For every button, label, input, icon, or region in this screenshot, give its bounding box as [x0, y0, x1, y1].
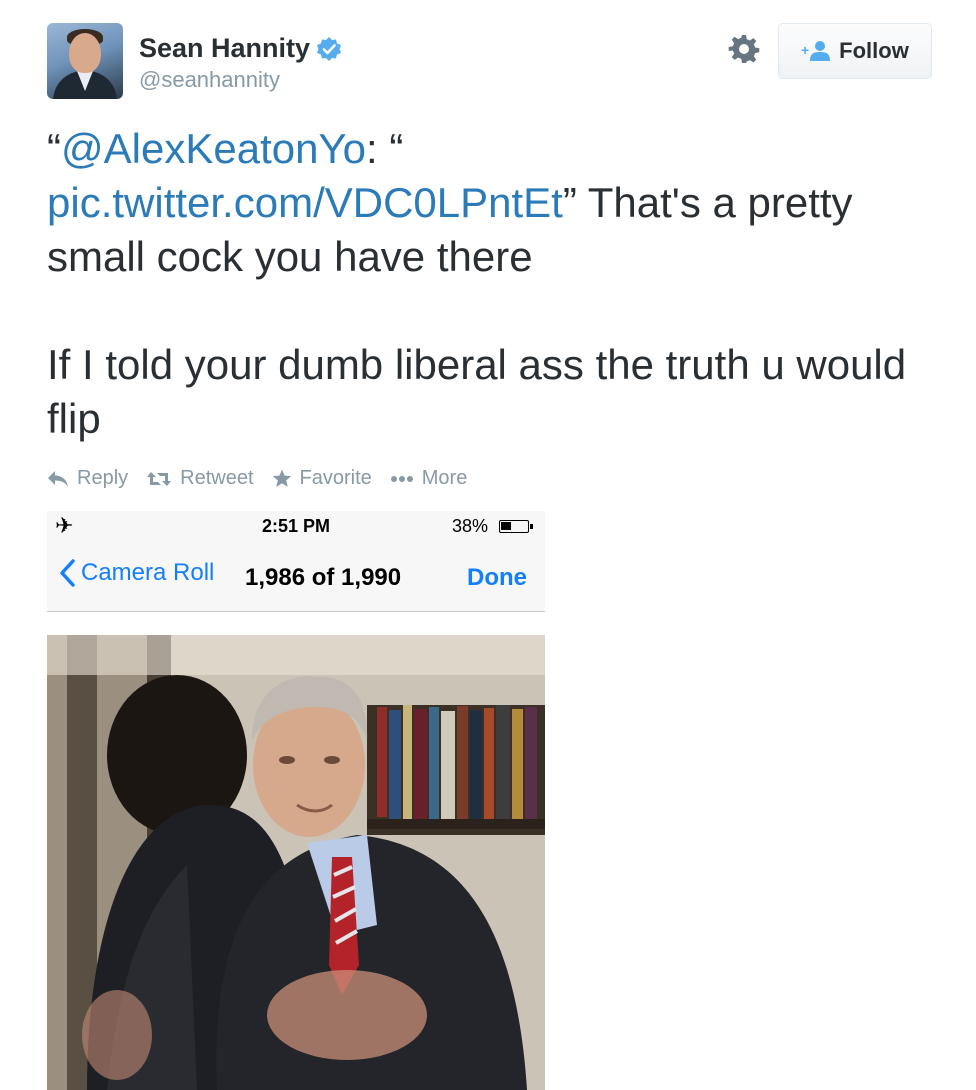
pic-link[interactable]: pic.twitter.com/VDC0LPntEt [47, 179, 563, 226]
follow-person-plus-icon: + [801, 41, 831, 61]
done-button: Done [467, 564, 527, 591]
battery-icon [499, 520, 533, 533]
avatar-face [69, 33, 101, 73]
reply-action[interactable]: Reply [47, 467, 128, 490]
photo-illustration [47, 635, 545, 1090]
star-icon [272, 469, 291, 487]
gear-icon[interactable] [728, 33, 760, 65]
more-dots-icon [390, 475, 413, 482]
mention-link[interactable]: @AlexKeatonYo [61, 125, 366, 172]
photo-counter: 1,986 of 1,990 [245, 564, 402, 591]
retweet-label: Retweet [180, 467, 254, 489]
tweet-paragraph-2: If I told your dumb liberal ass the trut… [47, 341, 907, 442]
battery-percent: 38% [452, 516, 489, 536]
chevron-left-icon [60, 559, 75, 587]
user-handle[interactable]: @seanhannity [139, 67, 280, 93]
after-mention: : “ [365, 125, 404, 172]
ios-nav-bar: Camera Roll 1,986 of 1,990 Done [47, 541, 545, 612]
ios-status-bar: ✈ 2:51 PM 38% [47, 511, 545, 541]
reply-label: Reply [77, 467, 129, 489]
reply-icon [48, 470, 68, 487]
retweet-action[interactable]: Retweet [146, 467, 254, 490]
svg-text:+: + [801, 42, 809, 58]
favorite-label: Favorite [299, 467, 372, 489]
tweet-actions: Reply Retweet Favorite More [47, 467, 485, 490]
back-label: Camera Roll [81, 559, 215, 586]
user-name[interactable]: Sean Hannity [139, 33, 310, 64]
retweet-icon [147, 471, 172, 486]
follow-label: Follow [839, 38, 909, 63]
avatar[interactable] [47, 23, 123, 99]
battery-fill [501, 522, 511, 530]
quote-open: “ [47, 125, 61, 172]
favorite-action[interactable]: Favorite [272, 467, 372, 490]
verified-badge-icon [317, 36, 342, 61]
photo-top-gap [47, 612, 545, 635]
embedded-photo[interactable]: ✈ 2:51 PM 38% Camera Roll 1,986 of 1,990… [47, 511, 545, 1090]
tweet-text: “@AlexKeatonYo: “ pic.twitter.com/VDC0LP… [47, 122, 927, 446]
more-label: More [421, 467, 468, 489]
battery-nub [530, 524, 533, 529]
more-action[interactable]: More [390, 467, 468, 490]
photo-of-two-men-embracing [47, 635, 545, 1090]
camera-roll-back-button: Camera Roll [59, 559, 214, 587]
user-name-row[interactable]: Sean Hannity [139, 33, 342, 64]
follow-button[interactable]: + Follow [778, 23, 932, 79]
